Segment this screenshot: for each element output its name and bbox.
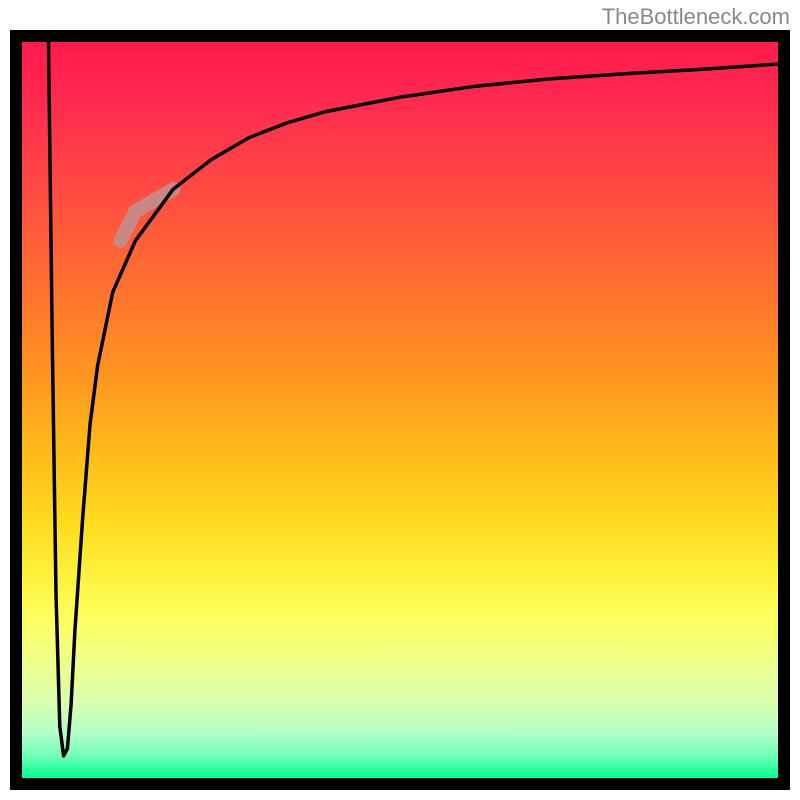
curve-group xyxy=(49,42,779,756)
watermark-text: TheBottleneck.com xyxy=(602,4,790,30)
plot-area xyxy=(10,30,790,790)
bottleneck-curve-path xyxy=(49,42,779,756)
chart-container xyxy=(10,30,790,790)
curve-svg xyxy=(22,42,778,778)
highlight-segment xyxy=(120,189,173,241)
